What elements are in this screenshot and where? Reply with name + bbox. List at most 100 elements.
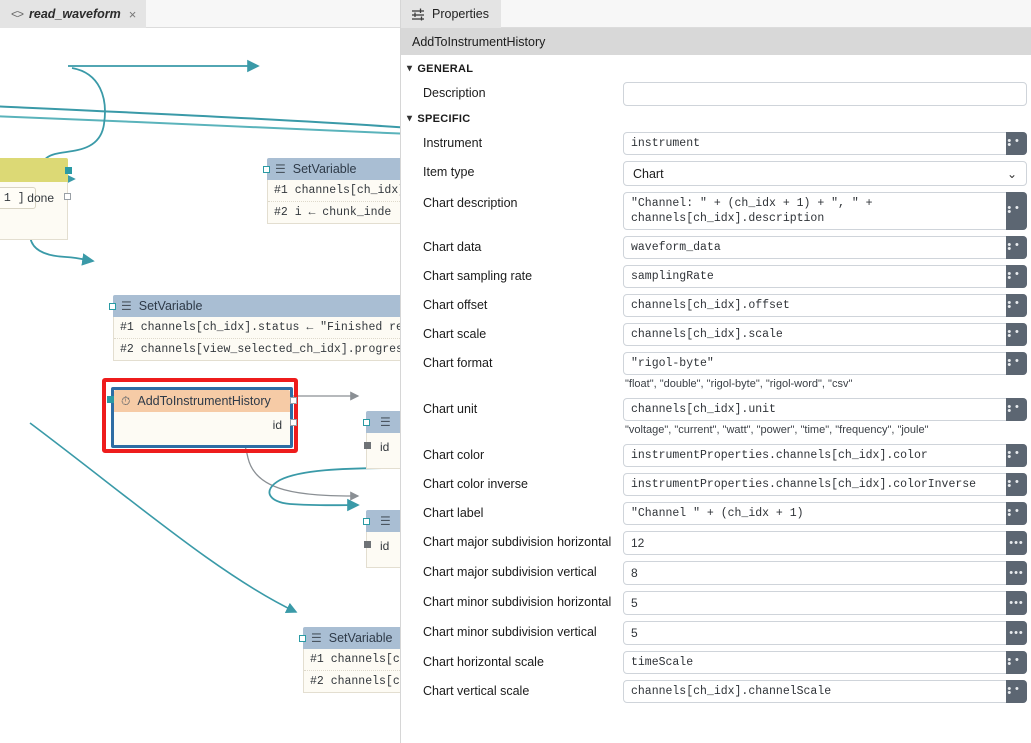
- property-value-input[interactable]: waveform_data •••: [623, 236, 1027, 259]
- assignment-row[interactable]: #1 channels[ch_idx].status ← "Finished r…: [114, 317, 400, 338]
- property-value-input[interactable]: 5 •••: [623, 621, 1027, 645]
- equals-icon: ☰: [380, 415, 391, 429]
- more-options-button[interactable]: •••: [1006, 502, 1027, 525]
- more-options-button[interactable]: •••: [1006, 398, 1027, 421]
- assignment-row[interactable]: #2 channels[ch: [304, 670, 400, 692]
- property-value-input[interactable]: channels[ch_idx].unit •••: [623, 398, 1027, 421]
- more-options-button[interactable]: •••: [1006, 265, 1027, 288]
- setvariable-node-2-header: ☰ SetVariable: [113, 295, 400, 317]
- setvariable-node-3-body: #1 channels[ch #2 channels[ch: [303, 649, 400, 693]
- property-row: Chart color instrumentProperties.channels…: [401, 441, 1031, 470]
- code-brackets-icon: <>: [11, 7, 24, 21]
- setvariable-node-2-body: #1 channels[ch_idx].status ← "Finished r…: [113, 317, 400, 361]
- more-options-button[interactable]: •••: [1006, 651, 1027, 674]
- stub2-id-input-port[interactable]: [364, 541, 371, 548]
- more-options-button[interactable]: •••: [1006, 444, 1027, 467]
- stub1-id-input-port[interactable]: [364, 442, 371, 449]
- chevron-down-icon: ▾: [407, 113, 413, 124]
- setvariable-node-1-header: ☰ SetVariable: [267, 158, 400, 180]
- more-options-button[interactable]: •••: [1006, 192, 1027, 230]
- sv1-seq-input-port[interactable]: [263, 166, 270, 173]
- stub-node-1-id-label: id: [380, 440, 390, 454]
- property-hint-text: "float", "double", "rigol-byte", "rigol-…: [625, 378, 853, 390]
- property-value-text: channels[ch_idx].channelScale: [631, 685, 832, 698]
- more-options-button[interactable]: •••: [1006, 352, 1027, 375]
- history-seq-output-port[interactable]: [290, 397, 297, 404]
- loop-node[interactable]: [ 0 ... num_chunks - 1 ] done: [0, 158, 72, 240]
- equals-icon: ☰: [275, 162, 286, 176]
- property-value-input[interactable]: "Channel " + (ch_idx + 1) •••: [623, 502, 1027, 525]
- property-label: Description: [423, 86, 486, 100]
- section-header-general[interactable]: ▾ GENERAL: [401, 59, 1031, 79]
- property-value-input[interactable]: channels[ch_idx].scale •••: [623, 323, 1027, 346]
- property-value-input[interactable]: instrumentProperties.channels[ch_idx].co…: [623, 444, 1027, 467]
- stub-node-1[interactable]: ☰ id: [363, 411, 400, 469]
- sliders-icon: [411, 8, 425, 21]
- more-options-button[interactable]: •••: [1006, 236, 1027, 259]
- loop-done-output-port[interactable]: [64, 193, 71, 200]
- more-options-button[interactable]: •••: [1006, 561, 1027, 585]
- tab-properties[interactable]: Properties: [401, 0, 501, 28]
- property-value-input[interactable]: instrumentProperties.channels[ch_idx].co…: [623, 473, 1027, 496]
- history-node-title: AddToInstrumentHistory: [137, 394, 271, 408]
- property-value-input[interactable]: 5 •••: [623, 591, 1027, 615]
- property-value-text: instrumentProperties.channels[ch_idx].co…: [631, 478, 977, 491]
- flow-canvas[interactable]: [ 0 ... num_chunks - 1 ] done ☰ SetVaria…: [0, 28, 400, 743]
- property-label: Instrument: [423, 136, 483, 150]
- property-value-input[interactable]: channels[ch_idx].offset •••: [623, 294, 1027, 317]
- tab-label: read_waveform: [29, 7, 121, 21]
- property-label: Chart format: [423, 356, 493, 370]
- history-seq-input-port[interactable]: [107, 396, 114, 403]
- property-value-input[interactable]: samplingRate •••: [623, 265, 1027, 288]
- stub1-seq-input-port[interactable]: [363, 419, 370, 426]
- setvariable-node-3[interactable]: ☰ SetVariable #1 channels[ch #2 channels…: [299, 627, 400, 693]
- more-options-button[interactable]: •••: [1006, 473, 1027, 496]
- property-value-input[interactable]: "rigol-byte" •••: [623, 352, 1027, 375]
- property-value-input[interactable]: "Channel: " + (ch_idx + 1) + ", " + chan…: [623, 192, 1027, 230]
- chevron-down-icon: ⌄: [1006, 167, 1017, 181]
- stub2-seq-input-port[interactable]: [363, 518, 370, 525]
- property-value-input[interactable]: instrument •••: [623, 132, 1027, 155]
- property-row: Instrument instrument •••: [401, 129, 1031, 158]
- sv2-seq-input-port[interactable]: [109, 303, 116, 310]
- property-value-text: "Channel " + (ch_idx + 1): [631, 507, 804, 520]
- tab-read-waveform[interactable]: <> read_waveform ×: [0, 0, 147, 28]
- properties-tab-label: Properties: [432, 7, 489, 21]
- sv3-seq-input-port[interactable]: [299, 635, 306, 642]
- assignment-row[interactable]: #2 channels[view_selected_ch_idx].progre…: [114, 338, 400, 360]
- property-value-input[interactable]: 8 •••: [623, 561, 1027, 585]
- more-options-button[interactable]: •••: [1006, 294, 1027, 317]
- property-value-input[interactable]: channels[ch_idx].channelScale •••: [623, 680, 1027, 703]
- assignment-row[interactable]: #1 channels[ch_idx]: [268, 180, 400, 201]
- more-options-button[interactable]: •••: [1006, 591, 1027, 615]
- stub-node-2-header: ☰: [366, 510, 400, 532]
- more-options-button[interactable]: •••: [1006, 621, 1027, 645]
- property-value-text: channels[ch_idx].scale: [631, 328, 783, 341]
- property-label: Chart sampling rate: [423, 269, 533, 283]
- property-value-input[interactable]: timeScale •••: [623, 651, 1027, 674]
- add-to-instrument-history-node[interactable]: ⏱ AddToInstrumentHistory id: [107, 387, 297, 448]
- clock-icon: ⏱: [121, 393, 131, 408]
- more-options-button[interactable]: •••: [1006, 323, 1027, 346]
- property-label: Chart color inverse: [423, 477, 528, 491]
- setvariable-node-1[interactable]: ☰ SetVariable #1 channels[ch_idx] #2 i ←…: [263, 158, 400, 224]
- setvariable-node-2[interactable]: ☰ SetVariable #1 channels[ch_idx].status…: [109, 295, 400, 361]
- item-type-select[interactable]: Chart ⌄: [623, 161, 1027, 186]
- description-input[interactable]: [623, 82, 1027, 106]
- property-value-input[interactable]: 12 •••: [623, 531, 1027, 555]
- close-icon[interactable]: ×: [129, 7, 137, 22]
- loop-seq-output-port[interactable]: [65, 167, 72, 174]
- more-options-button[interactable]: •••: [1006, 132, 1027, 155]
- stub-node-2[interactable]: ☰ id: [363, 510, 400, 568]
- section-header-specific[interactable]: ▾ SPECIFIC: [401, 109, 1031, 129]
- assignment-row[interactable]: #2 i ← chunk_inde: [268, 201, 400, 223]
- loop-done-output-label: done: [27, 191, 54, 205]
- more-options-button[interactable]: •••: [1006, 531, 1027, 555]
- setvariable-node-2-title: SetVariable: [138, 299, 203, 313]
- history-id-output-port[interactable]: [290, 419, 297, 426]
- property-value-text: channels[ch_idx].unit: [631, 403, 776, 416]
- more-options-button[interactable]: •••: [1006, 680, 1027, 703]
- assignment-row[interactable]: #1 channels[ch: [304, 649, 400, 670]
- properties-list[interactable]: ▾ GENERAL Description ▾ SPECIFIC Instrum…: [401, 55, 1031, 743]
- section-label-specific: SPECIFIC: [417, 113, 471, 125]
